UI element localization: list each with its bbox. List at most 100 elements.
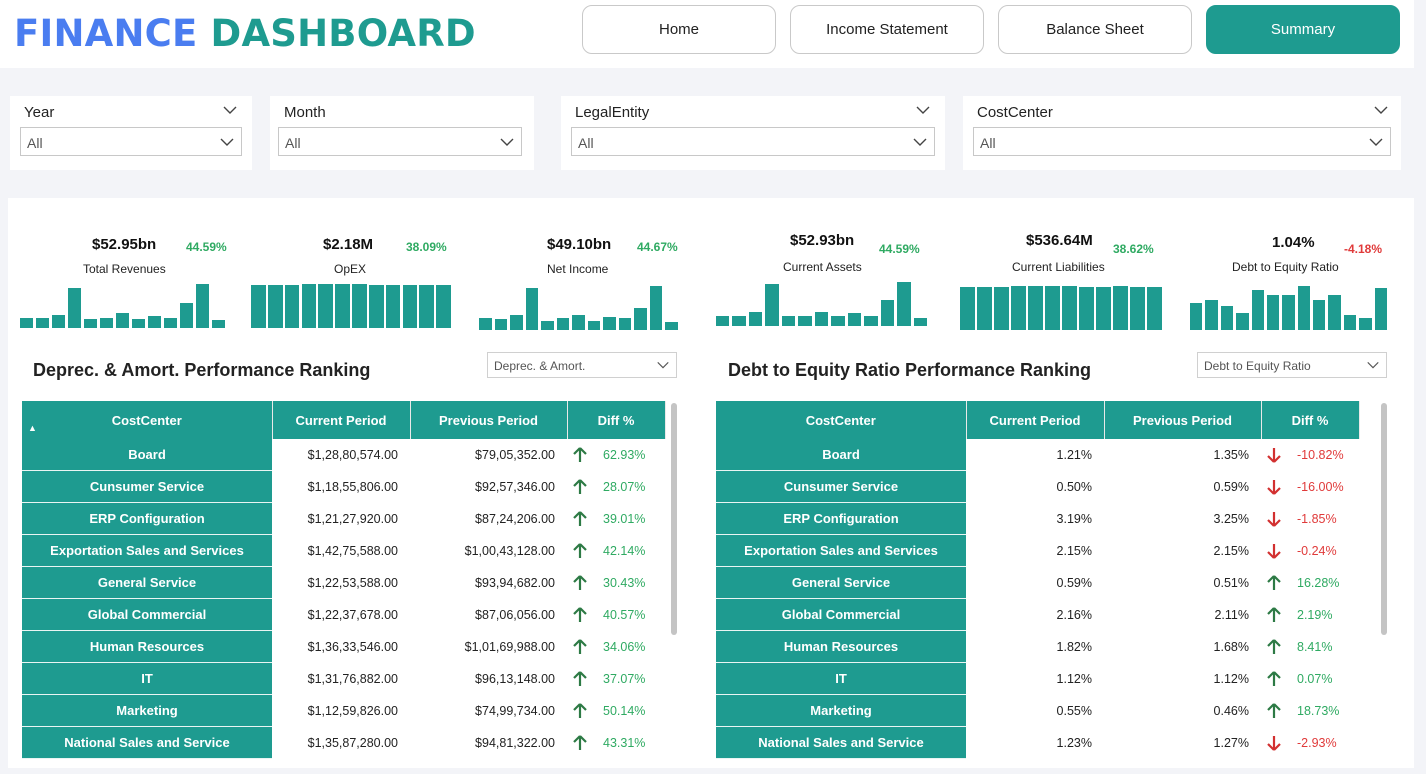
cell-current-period: $1,18,55,806.00 [272, 470, 410, 503]
page-scrollbar-track[interactable] [1414, 0, 1426, 774]
column-header-costcenter[interactable]: CostCenter ▲ [22, 401, 273, 439]
cell-costcenter: ERP Configuration [716, 502, 966, 535]
kpi-percent: 38.09% [406, 240, 447, 254]
cell-current-period: 2.16% [966, 598, 1104, 631]
table-row[interactable]: National Sales and Service $1,35,87,280.0… [22, 726, 665, 759]
cell-costcenter: General Service [22, 566, 272, 599]
kpi-sparkline [251, 282, 453, 328]
table-row[interactable]: Board 1.21% 1.35% -10.82% [716, 439, 1359, 471]
cell-current-period: $1,35,87,280.00 [272, 726, 410, 759]
sparkline-bar [212, 320, 225, 328]
cell-previous-period: 3.25% [1104, 502, 1261, 535]
table-row[interactable]: Human Resources 1.82% 1.68% 8.41% [716, 630, 1359, 663]
table-row[interactable]: Global Commercial 2.16% 2.11% 2.19% [716, 598, 1359, 631]
table-row[interactable]: General Service 0.59% 0.51% 16.28% [716, 566, 1359, 599]
sort-ascending-icon[interactable]: ▲ [28, 423, 37, 433]
sparkline-bar [1282, 295, 1295, 330]
cell-current-period: $1,28,80,574.00 [272, 439, 410, 471]
cell-current-period: 0.55% [966, 694, 1104, 727]
diff-value: 40.57% [603, 607, 646, 622]
sparkline-bar [1313, 300, 1326, 330]
arrow-down-icon [1267, 447, 1281, 463]
cell-previous-period: 1.27% [1104, 726, 1261, 759]
cell-costcenter: Exportation Sales and Services [22, 534, 272, 567]
filter-year-dropdown[interactable]: All [20, 127, 242, 156]
right-table-scrollbar[interactable] [1381, 403, 1387, 635]
column-header-previous-period[interactable]: Previous Period [1104, 401, 1262, 439]
cell-current-period: 0.59% [966, 566, 1104, 599]
table-row[interactable]: Human Resources $1,36,33,546.00 $1,01,69,9… [22, 630, 665, 663]
table-row[interactable]: ERP Configuration $1,21,27,920.00 $87,24,2… [22, 502, 665, 535]
table-row[interactable]: National Sales and Service 1.23% 1.27% -2.9… [716, 726, 1359, 759]
diff-value: 39.01% [603, 511, 646, 526]
nav-balance-sheet-button[interactable]: Balance Sheet [998, 5, 1192, 54]
filter-month-value: All [285, 135, 301, 151]
filter-costcenter-dropdown[interactable]: All [973, 127, 1391, 156]
table-row[interactable]: Exportation Sales and Services 2.15% 2.15%… [716, 534, 1359, 567]
diff-value: -1.85% [1297, 511, 1337, 526]
arrow-up-icon [573, 446, 587, 462]
table-row[interactable]: Board $1,28,80,574.00 $79,05,352.00 62.93% [22, 439, 665, 471]
left-ranking-body: Board $1,28,80,574.00 $79,05,352.00 62.93% C… [22, 439, 665, 759]
column-header-costcenter[interactable]: CostCenter [716, 401, 967, 439]
right-ranking-measure-dropdown[interactable]: Debt to Equity Ratio [1197, 352, 1387, 378]
table-row[interactable]: Exportation Sales and Services $1,42,75,5… [22, 534, 665, 567]
filter-month-dropdown[interactable]: All [278, 127, 522, 156]
kpi-value: $2.18M [323, 236, 374, 253]
column-header-label: CostCenter [111, 412, 182, 428]
table-row[interactable]: Cunsumer Service $1,18,55,806.00 $92,57,34… [22, 470, 665, 503]
chevron-down-icon[interactable] [915, 102, 931, 118]
table-row[interactable]: Cunsumer Service 0.50% 0.59% -16.00% [716, 470, 1359, 503]
sparkline-bar [572, 315, 585, 330]
sparkline-bar [556, 318, 570, 330]
sparkline-bar [479, 318, 492, 330]
column-header-current-period[interactable]: Current Period [272, 401, 411, 439]
arrow-up-icon [573, 638, 587, 654]
sparkline-bar [847, 313, 862, 326]
table-row[interactable]: IT $1,31,76,882.00 $96,13,148.00 37.07% [22, 662, 665, 695]
sparkline-bar [1359, 318, 1372, 330]
cell-previous-period: $87,24,206.00 [410, 502, 567, 535]
sparkline-bar [1096, 287, 1111, 330]
column-header-previous-period[interactable]: Previous Period [410, 401, 568, 439]
table-row[interactable]: Marketing 0.55% 0.46% 18.73% [716, 694, 1359, 727]
column-header-diff[interactable]: Diff % [1261, 401, 1360, 439]
sparkline-bar [1236, 313, 1249, 330]
chevron-down-icon[interactable] [222, 102, 238, 118]
sparkline-bar [335, 284, 350, 328]
sparkline-bar [510, 315, 523, 330]
cell-costcenter: Global Commercial [22, 598, 272, 631]
table-header-row: CostCenter Current Period Previous Perio… [716, 401, 1360, 439]
diff-value: -2.93% [1297, 735, 1337, 750]
cell-previous-period: 1.12% [1104, 662, 1261, 695]
nav-home-button[interactable]: Home [582, 5, 776, 54]
column-header-diff[interactable]: Diff % [567, 401, 666, 439]
chevron-down-icon[interactable] [1373, 102, 1389, 118]
cell-diff: 8.41% [1261, 630, 1359, 663]
left-table-scrollbar[interactable] [671, 403, 677, 635]
column-header-current-period[interactable]: Current Period [966, 401, 1105, 439]
nav-income-statement-button[interactable]: Income Statement [790, 5, 984, 54]
sparkline-bar [1062, 286, 1077, 330]
sparkline-bar [649, 286, 663, 330]
sparkline-bar [100, 318, 113, 328]
table-row[interactable]: General Service $1,22,53,588.00 $93,94,682… [22, 566, 665, 599]
cell-previous-period: $96,13,148.00 [410, 662, 567, 695]
sparkline-bar [116, 313, 129, 328]
cell-current-period: $1,12,59,826.00 [272, 694, 410, 727]
table-row[interactable]: ERP Configuration 3.19% 3.25% -1.85% [716, 502, 1359, 535]
filter-legalentity-dropdown[interactable]: All [571, 127, 935, 156]
cell-costcenter: Marketing [716, 694, 966, 727]
cell-costcenter: General Service [716, 566, 966, 599]
table-row[interactable]: Global Commercial $1,22,37,678.00 $87,06,0… [22, 598, 665, 631]
sparkline-bar [68, 288, 81, 328]
cell-current-period: 1.23% [966, 726, 1104, 759]
nav-summary-button[interactable]: Summary [1206, 5, 1400, 54]
table-row[interactable]: IT 1.12% 1.12% 0.07% [716, 662, 1359, 695]
sparkline-bar [1045, 286, 1060, 330]
table-row[interactable]: Marketing $1,12,59,826.00 $74,99,734.00 50.… [22, 694, 665, 727]
left-ranking-measure-dropdown[interactable]: Deprec. & Amort. [487, 352, 677, 378]
cell-current-period: $1,31,76,882.00 [272, 662, 410, 695]
cell-diff: 50.14% [567, 694, 665, 727]
cell-current-period: $1,21,27,920.00 [272, 502, 410, 535]
